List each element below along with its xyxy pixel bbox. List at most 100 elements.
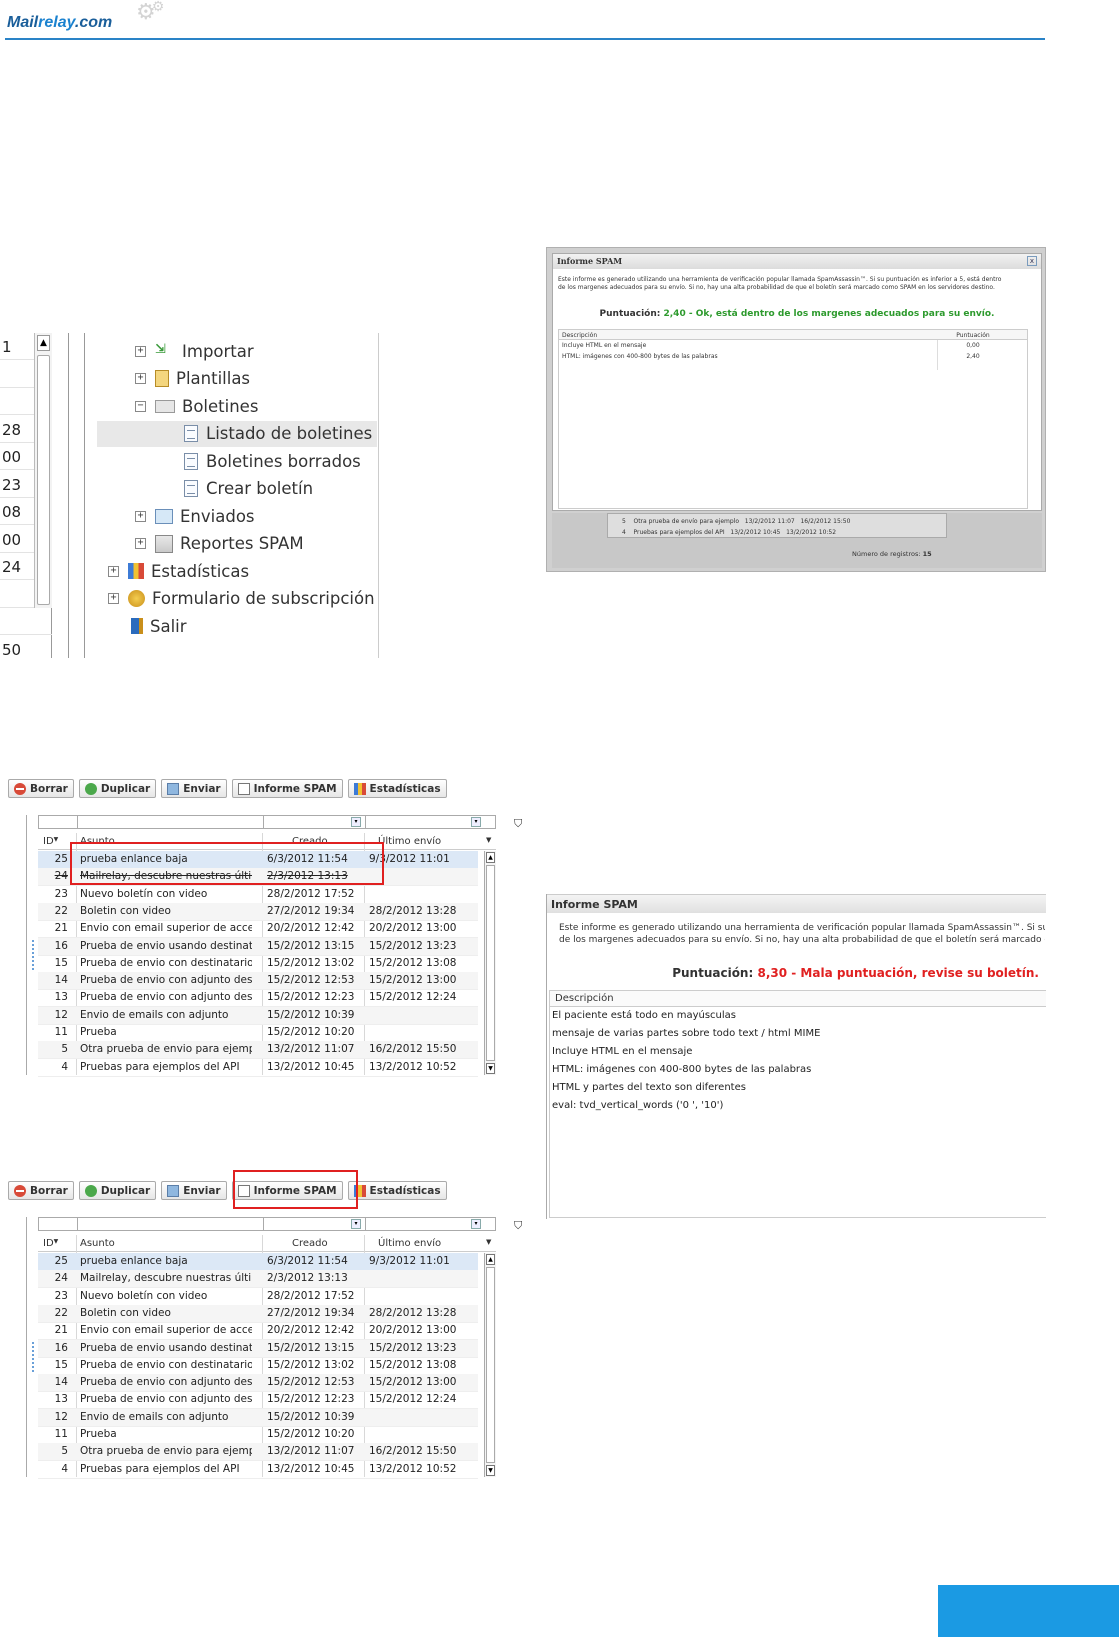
column-header-created[interactable]: Creado bbox=[292, 1238, 328, 1249]
table-row[interactable]: 23 Nuevo boletín con video 28/2/2012 17:52 bbox=[38, 1288, 478, 1306]
filter-dropdown-icon[interactable]: ▾ bbox=[471, 1219, 481, 1229]
scroll-thumb[interactable] bbox=[486, 1267, 495, 1463]
cell-created: 13/2/2012 10:45 bbox=[267, 1462, 355, 1475]
column-header-id[interactable]: ID▼ bbox=[43, 836, 67, 847]
filter-icon[interactable]: ⛉ bbox=[514, 1219, 522, 1233]
dialog-title: Informe SPAM bbox=[553, 254, 1041, 269]
cell-subject: Prueba de envio con adjunto destin bbox=[80, 991, 252, 1004]
tree-item-enviados[interactable]: + Enviados bbox=[135, 503, 255, 529]
table-row[interactable]: 21 Envio con email superior de acceso 20/2… bbox=[38, 920, 478, 939]
cell-last-send: 15/2/2012 13:23 bbox=[369, 1341, 457, 1354]
tree-item-boletines-borrados[interactable]: Boletines borrados bbox=[184, 448, 361, 474]
table-row[interactable]: 5 Otra prueba de envio para ejemplo 13/2/2… bbox=[38, 1443, 478, 1462]
duplicate-icon bbox=[84, 782, 97, 795]
spam-report-button[interactable]: Informe SPAM bbox=[231, 779, 343, 798]
cell-created: 13/2/2012 10:45 bbox=[267, 1060, 355, 1073]
table-row[interactable]: 14 Prueba de envio con adjunto destin 15/2… bbox=[38, 1374, 478, 1393]
tree-item-reportes-spam[interactable]: + Reportes SPAM bbox=[135, 531, 304, 557]
collapse-icon[interactable]: − bbox=[135, 400, 146, 412]
table-row[interactable]: 13 Prueba de envio con adjunto destin 15/2… bbox=[38, 1391, 478, 1410]
table-row[interactable]: 12 Envio de emails con adjunto 15/2/2012 1… bbox=[38, 1006, 478, 1025]
table-row[interactable]: 5 Otra prueba de envio para ejemplo 13/2/2… bbox=[38, 1041, 478, 1060]
expand-icon[interactable]: + bbox=[135, 510, 146, 522]
tree-item-label: Importar bbox=[182, 341, 254, 361]
tree-item-estadísticas[interactable]: + Estadísticas bbox=[108, 558, 249, 584]
scroll-down-icon[interactable]: ▼ bbox=[486, 1063, 495, 1074]
column-header-last-send[interactable]: Último envío bbox=[378, 1238, 441, 1249]
tree-item-formulario-de-subscripción[interactable]: + Formulario de subscripción bbox=[108, 586, 375, 612]
tree-item-plantillas[interactable]: + Plantillas bbox=[135, 366, 250, 392]
table-row[interactable]: 14 Prueba de envio con adjunto destin 15/2… bbox=[38, 972, 478, 991]
duplicate-button[interactable]: Duplicar bbox=[78, 779, 157, 798]
table-row[interactable]: 11 Prueba 15/2/2012 10:20 bbox=[38, 1024, 478, 1042]
table-row[interactable]: 13 Prueba de envio con adjunto destin 15/2… bbox=[38, 989, 478, 1008]
document-icon bbox=[184, 452, 198, 470]
table-row[interactable]: 16 Prueba de envio usando destinatari 15/2… bbox=[38, 1339, 478, 1358]
scroll-down-icon[interactable]: ▼ bbox=[486, 1465, 495, 1476]
grid-row: HTML y partes del texto son diferentes bbox=[552, 1082, 746, 1093]
table-row[interactable]: 12 Envio de emails con adjunto 15/2/2012 1… bbox=[38, 1408, 478, 1427]
stats-button[interactable]: Estadísticas bbox=[347, 1181, 447, 1200]
column-menu-icon[interactable]: ▼ bbox=[486, 1238, 491, 1246]
filter-dropdown-icon[interactable]: ▾ bbox=[351, 817, 361, 827]
expand-icon[interactable]: + bbox=[135, 373, 146, 384]
table-row[interactable]: 24 Mailrelay, descubre nuestras última 2/3… bbox=[38, 1270, 478, 1289]
expand-icon[interactable]: + bbox=[135, 538, 146, 549]
expand-icon[interactable]: + bbox=[108, 593, 119, 604]
table-row[interactable]: 22 Boletin con video 27/2/2012 19:34 28/2/2… bbox=[38, 902, 478, 921]
vertical-scrollbar[interactable]: ▲ ▼ bbox=[484, 1253, 496, 1477]
tree-item-listado-de-boletines[interactable]: Listado de boletines bbox=[97, 420, 377, 447]
scroll-up-icon[interactable]: ▲ bbox=[37, 335, 50, 351]
column-header-subject[interactable]: Asunto bbox=[80, 1238, 115, 1249]
duplicate-icon bbox=[84, 1184, 97, 1197]
splitter-handle[interactable] bbox=[32, 1342, 35, 1372]
tree-item-salir[interactable]: Salir bbox=[108, 613, 187, 639]
cell-created: 15/2/2012 13:15 bbox=[267, 1341, 355, 1354]
vertical-scrollbar[interactable]: ▲ bbox=[34, 333, 52, 608]
cell-subject: Otra prueba de envio para ejemplo bbox=[80, 1445, 252, 1458]
splitter-handle[interactable] bbox=[32, 940, 35, 970]
delete-button[interactable]: Borrar bbox=[8, 779, 74, 798]
sent-icon bbox=[155, 508, 173, 524]
table-row[interactable]: 11 Prueba 15/2/2012 10:20 bbox=[38, 1426, 478, 1444]
cell-last-send: 15/2/2012 13:00 bbox=[369, 1376, 457, 1389]
send-button[interactable]: Enviar bbox=[161, 779, 227, 798]
table-row[interactable]: 4 Pruebas para ejemplos del API 13/2/2012 … bbox=[38, 1059, 478, 1077]
column-header-last-send[interactable]: Último envío bbox=[378, 836, 441, 847]
send-button[interactable]: Enviar bbox=[161, 1181, 227, 1200]
scroll-thumb[interactable] bbox=[37, 355, 50, 605]
filter-dropdown-icon[interactable]: ▾ bbox=[471, 817, 481, 827]
expand-icon[interactable]: + bbox=[135, 345, 146, 357]
filter-dropdown-icon[interactable]: ▾ bbox=[351, 1219, 361, 1229]
table-row[interactable]: 21 Envio con email superior de acceso 20/2… bbox=[38, 1322, 478, 1341]
filter-icon[interactable]: ⛉ bbox=[514, 817, 522, 831]
scroll-thumb[interactable] bbox=[486, 865, 495, 1061]
table-row[interactable]: 4 Pruebas para ejemplos del API 13/2/2012 … bbox=[38, 1461, 478, 1479]
gears-icon: ⚙⚙ bbox=[136, 0, 165, 25]
cell-last-send: 15/2/2012 13:00 bbox=[369, 974, 457, 987]
column-header-id[interactable]: ID▼ bbox=[43, 1238, 67, 1249]
duplicate-button[interactable]: Duplicar bbox=[78, 1181, 157, 1200]
table-row[interactable]: 16 Prueba de envio usando destinatari 15/2… bbox=[38, 937, 478, 956]
table-row[interactable]: 23 Nuevo boletín con video 28/2/2012 17:52 bbox=[38, 886, 478, 904]
column-menu-icon[interactable]: ▼ bbox=[486, 836, 491, 844]
cell-created: 28/2/2012 17:52 bbox=[267, 1289, 355, 1302]
table-row[interactable]: 15 Prueba de envio con destinatarios.t 15/… bbox=[38, 1357, 478, 1375]
scroll-up-icon[interactable]: ▲ bbox=[486, 1254, 495, 1265]
tree-item-boletines[interactable]: − Boletines bbox=[135, 393, 258, 419]
scroll-up-icon[interactable]: ▲ bbox=[486, 852, 495, 863]
table-row[interactable]: 15 Prueba de envio con destinatarios.t 15/… bbox=[38, 955, 478, 973]
cell-created: 15/2/2012 10:39 bbox=[267, 1008, 355, 1021]
tree-item-crear-boletín[interactable]: Crear boletín bbox=[184, 476, 313, 502]
close-icon[interactable]: x bbox=[1027, 256, 1037, 266]
table-row[interactable]: 25 prueba enlance baja 6/3/2012 11:54 9/3/2… bbox=[38, 1253, 478, 1271]
vertical-scrollbar[interactable]: ▲ ▼ bbox=[484, 851, 496, 1075]
cell-created: 27/2/2012 19:34 bbox=[267, 904, 355, 917]
stats-button[interactable]: Estadísticas bbox=[347, 779, 447, 798]
tree-item-importar[interactable]: + ⇲ Importar bbox=[135, 338, 254, 364]
table-row[interactable]: 22 Boletin con video 27/2/2012 19:34 28/2/2… bbox=[38, 1304, 478, 1323]
grid-header: Descripción bbox=[550, 991, 1046, 1007]
expand-icon[interactable]: + bbox=[108, 565, 119, 577]
delete-button[interactable]: Borrar bbox=[8, 1181, 74, 1200]
cell-id: 14 bbox=[54, 974, 68, 987]
